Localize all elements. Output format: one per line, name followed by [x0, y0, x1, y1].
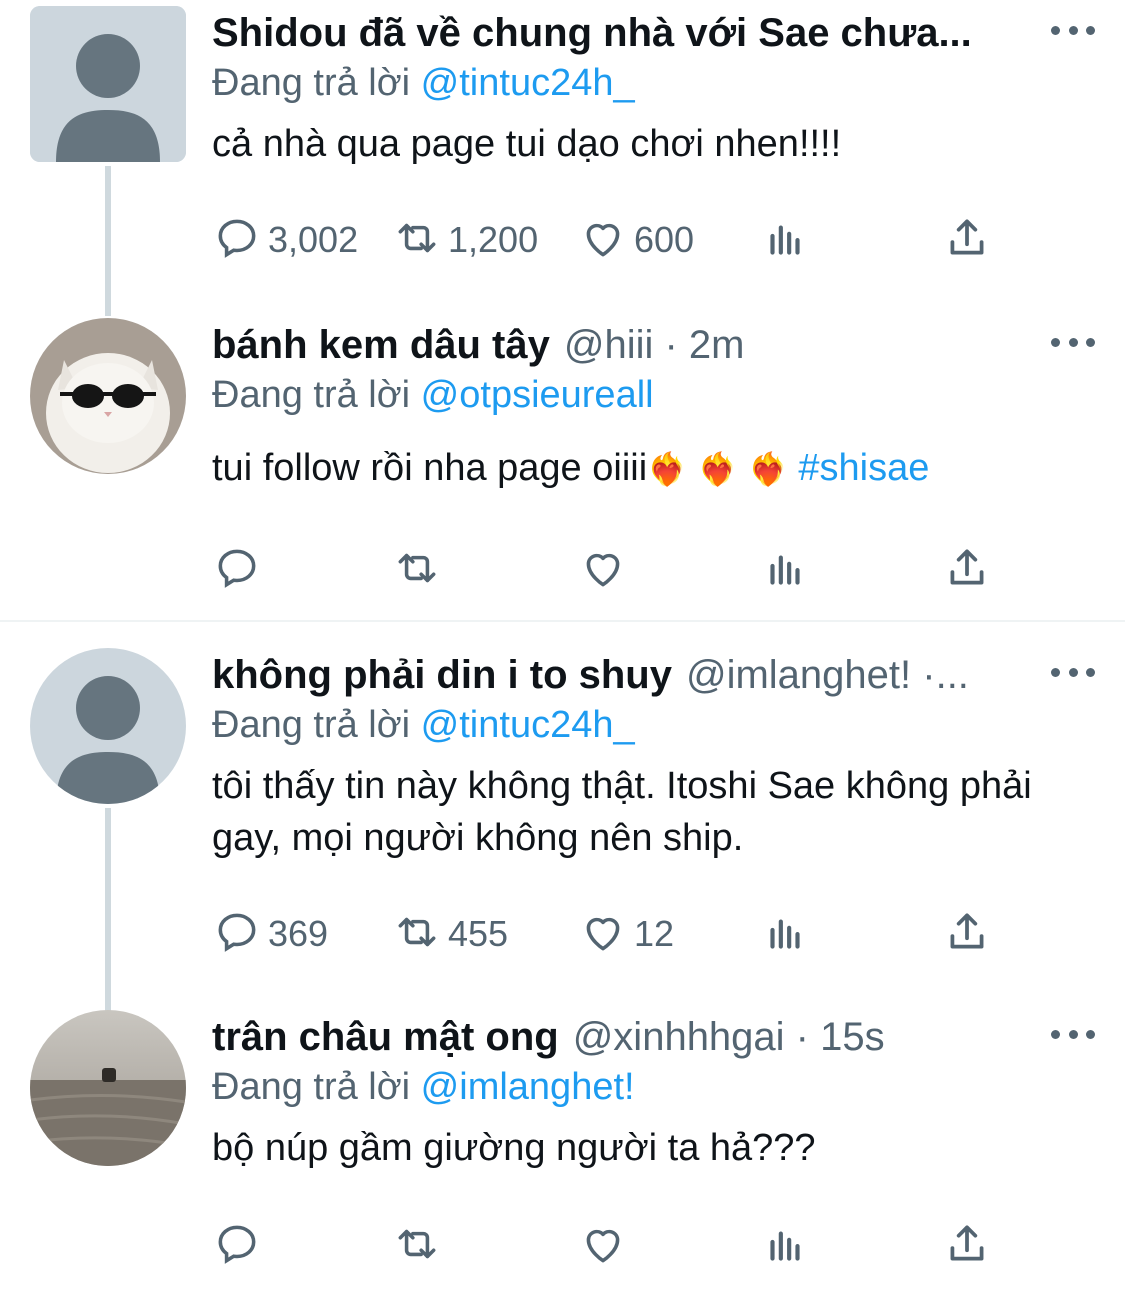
like-button[interactable]: 12 — [578, 904, 674, 964]
views-icon — [760, 907, 810, 962]
handle[interactable]: @xinhhhgai · 15s — [573, 1015, 885, 1060]
reply-button[interactable]: 369 — [212, 904, 328, 964]
reply-mention[interactable]: @tintuc24h_ — [421, 704, 635, 746]
display-name[interactable]: Shidou đã về chung nhà với Sae chưa... — [212, 11, 972, 56]
more-icon[interactable] — [1051, 662, 1095, 682]
like-icon — [578, 543, 628, 598]
like-icon — [578, 907, 628, 962]
retweet-button[interactable]: 455 — [392, 904, 508, 964]
tweet-text: tôi thấy tin này không thật. Itoshi Sae … — [212, 765, 1032, 859]
tweet-text: bộ núp gầm giường người ta hả??? — [212, 1127, 816, 1169]
reply-button[interactable]: 3,002 — [212, 210, 358, 270]
tweet-text: tui follow rồi nha page oiiii❤️‍🔥 ❤️‍🔥 ❤… — [212, 442, 1105, 495]
reply-context: Đang trả lời @tintuc24h_ — [212, 58, 1105, 108]
avatar[interactable] — [30, 648, 186, 804]
fire-heart-emoji: ❤️‍🔥 — [647, 451, 687, 487]
retweet-count: 1,200 — [448, 219, 539, 260]
like-count: 600 — [634, 219, 695, 260]
more-icon[interactable] — [1051, 1024, 1095, 1044]
reply-context: Đang trả lời @tintuc24h_ — [212, 700, 1105, 750]
reply-context: Đang trả lời @imlanghet! — [212, 1062, 1105, 1112]
like-count: 12 — [634, 913, 675, 954]
reply-prefix: Đang trả lời — [212, 374, 411, 416]
tweet[interactable]: Shidou đã về chung nhà với Sae chưa... Đ… — [0, 0, 1125, 316]
reply-icon — [212, 213, 262, 268]
action-bar — [212, 540, 1125, 600]
share-button[interactable] — [942, 540, 992, 600]
reply-count: 369 — [268, 913, 329, 954]
views-button[interactable] — [760, 540, 810, 600]
more-icon[interactable] — [1051, 332, 1095, 352]
reply-prefix: Đang trả lời — [212, 1066, 411, 1108]
retweet-icon — [392, 213, 442, 268]
retweet-icon — [392, 1219, 442, 1274]
avatar[interactable] — [30, 1010, 186, 1166]
retweet-count: 455 — [448, 913, 509, 954]
display-name[interactable]: bánh kem dâu tây — [212, 323, 550, 368]
tweet[interactable]: bánh kem dâu tây @hiii · 2m Đang trả lời… — [0, 310, 1125, 620]
hashtag[interactable]: #shisae — [798, 447, 929, 489]
display-name[interactable]: không phải din i to shuy — [212, 653, 672, 698]
handle[interactable]: @hiii · 2m — [564, 323, 745, 368]
tweet-text-body: tui follow rồi nha page oiiii — [212, 447, 648, 489]
share-icon — [942, 1219, 992, 1274]
reply-button[interactable] — [212, 1216, 262, 1276]
handle[interactable]: @imlanghet! ·... — [686, 653, 969, 698]
reply-context: Đang trả lời @otpsieureall — [212, 370, 1105, 420]
reply-prefix: Đang trả lời — [212, 62, 411, 104]
retweet-icon — [392, 543, 442, 598]
tweet-text: cả nhà qua page tui dạo chơi nhen!!!! — [212, 123, 842, 165]
views-button[interactable] — [760, 1216, 810, 1276]
avatar[interactable] — [30, 6, 186, 162]
reply-count: 3,002 — [268, 219, 359, 260]
tweet[interactable]: trân châu mật ong @xinhhhgai · 15s Đang … — [0, 992, 1125, 1296]
views-icon — [760, 543, 810, 598]
action-bar — [212, 1216, 1125, 1276]
tweet[interactable]: không phải din i to shuy @imlanghet! ·..… — [0, 622, 1125, 1018]
like-button[interactable] — [578, 1216, 628, 1276]
more-icon[interactable] — [1051, 20, 1095, 40]
display-name[interactable]: trân châu mật ong — [212, 1015, 559, 1060]
reply-mention[interactable]: @tintuc24h_ — [421, 62, 635, 104]
reply-icon — [212, 907, 262, 962]
share-button[interactable] — [942, 210, 992, 270]
thread-line — [105, 166, 111, 316]
share-icon — [942, 543, 992, 598]
share-button[interactable] — [942, 1216, 992, 1276]
thread-line — [105, 808, 111, 1018]
like-button[interactable]: 600 — [578, 210, 694, 270]
share-icon — [942, 907, 992, 962]
fire-heart-emoji: ❤️‍🔥 — [697, 451, 738, 487]
action-bar: 3,002 1,200 600 — [212, 210, 1125, 270]
views-button[interactable] — [760, 210, 810, 270]
retweet-icon — [392, 907, 442, 962]
views-icon — [760, 213, 810, 268]
retweet-button[interactable] — [392, 540, 442, 600]
avatar[interactable] — [30, 318, 186, 474]
retweet-button[interactable]: 1,200 — [392, 210, 538, 270]
reply-icon — [212, 543, 262, 598]
views-icon — [760, 1219, 810, 1274]
reply-mention[interactable]: @imlanghet! — [421, 1066, 635, 1108]
like-button[interactable] — [578, 540, 628, 600]
reply-prefix: Đang trả lời — [212, 704, 411, 746]
like-icon — [578, 1219, 628, 1274]
retweet-button[interactable] — [392, 1216, 442, 1276]
reply-mention[interactable]: @otpsieureall — [421, 374, 654, 416]
tweet-feed: Shidou đã về chung nhà với Sae chưa... Đ… — [0, 0, 1125, 1296]
reply-icon — [212, 1219, 262, 1274]
fire-heart-emoji: ❤️‍🔥 — [747, 451, 788, 487]
action-bar: 369 455 12 — [212, 904, 1125, 964]
views-button[interactable] — [760, 904, 810, 964]
like-icon — [578, 213, 628, 268]
share-icon — [942, 213, 992, 268]
share-button[interactable] — [942, 904, 992, 964]
reply-button[interactable] — [212, 540, 262, 600]
